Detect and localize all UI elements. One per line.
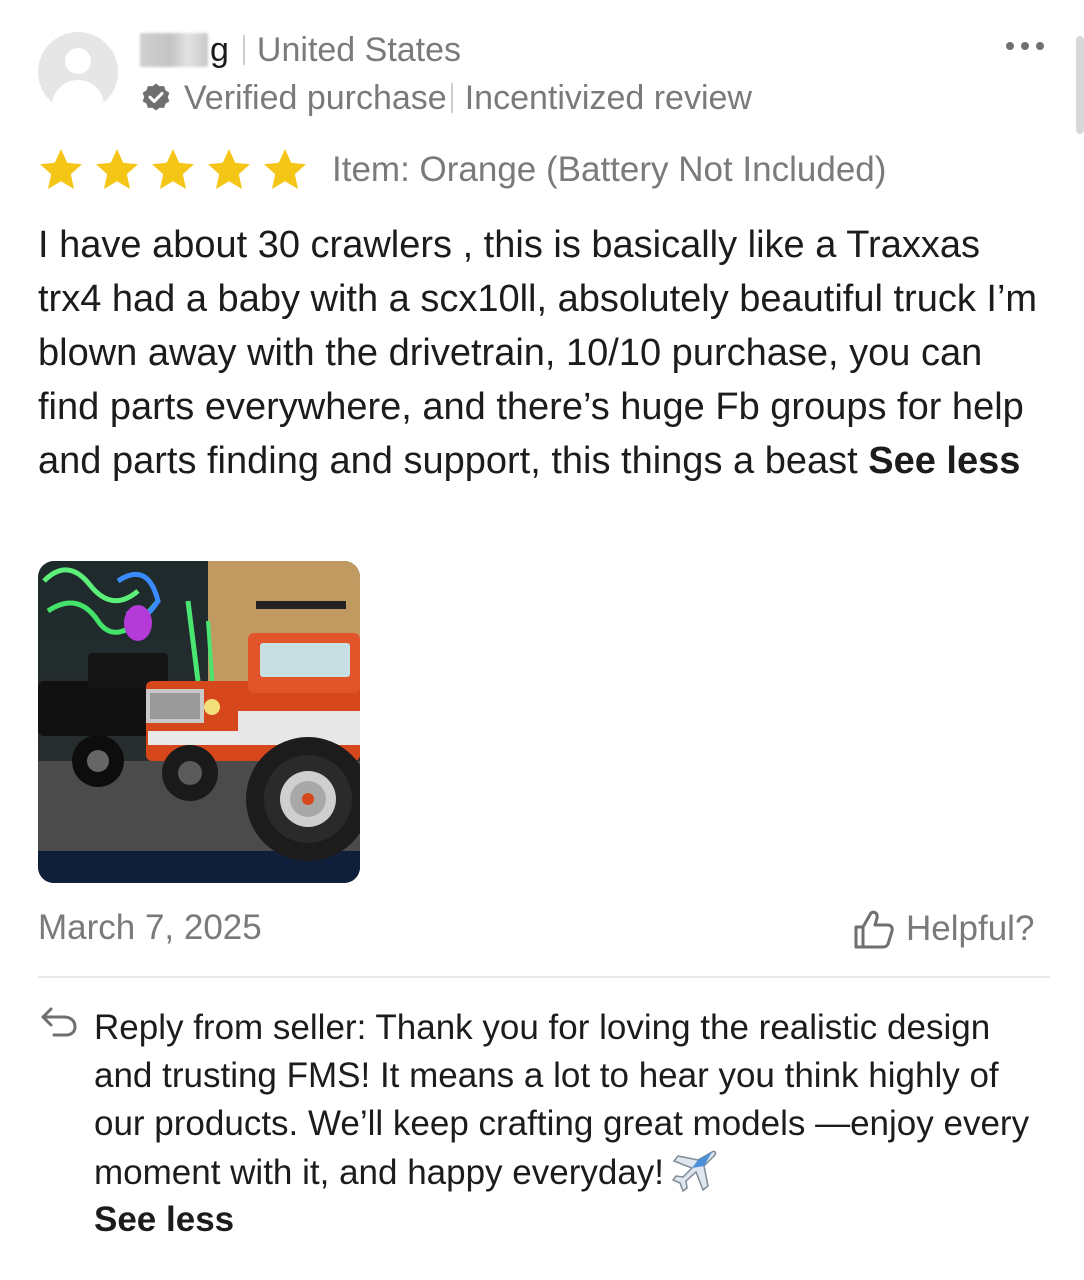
scrollbar[interactable] xyxy=(1076,36,1084,134)
star-icon xyxy=(40,149,82,189)
verified-badge-icon xyxy=(142,83,170,111)
reviewer-name: g xyxy=(210,30,229,69)
reply-arrow-icon xyxy=(41,1007,77,1037)
seller-reply: Reply from seller: Thank you for loving … xyxy=(94,1004,1054,1197)
star-icon xyxy=(152,149,194,189)
item-variant: Item: Orange (Battery Not Included) xyxy=(332,150,887,189)
more-options-icon[interactable] xyxy=(1003,36,1047,56)
airplane-icon xyxy=(672,1150,717,1192)
verified-purchase-badge: Verified purchase xyxy=(184,78,447,117)
star-icon xyxy=(208,149,250,189)
seller-reply-text: Reply from seller: Thank you for loving … xyxy=(94,1008,1030,1192)
review-badges: Verified purchase Incentivized review xyxy=(140,76,752,120)
thumbs-up-icon xyxy=(854,910,894,949)
truck-photo-image xyxy=(38,561,360,883)
see-less-link[interactable]: See less xyxy=(868,440,1020,482)
star-rating xyxy=(38,147,318,193)
reviewer-name-redacted xyxy=(140,33,208,67)
reviewer-header: g United States xyxy=(140,28,461,72)
reply-see-less-link[interactable]: See less xyxy=(94,1196,234,1244)
review-body: I have about 30 crawlers , this is basic… xyxy=(38,218,1048,488)
separator xyxy=(242,35,245,65)
avatar[interactable] xyxy=(38,32,118,112)
reviewer-country: United States xyxy=(256,30,462,69)
incentivized-review-badge: Incentivized review xyxy=(464,78,752,117)
helpful-button[interactable]: Helpful? xyxy=(852,904,1034,954)
separator xyxy=(450,83,453,113)
helpful-label: Helpful? xyxy=(906,909,1035,948)
star-icon xyxy=(264,149,306,189)
avatar-body xyxy=(52,80,104,112)
review-date: March 7, 2025 xyxy=(38,908,262,947)
divider xyxy=(38,976,1050,978)
rating-row: Item: Orange (Battery Not Included) xyxy=(38,146,886,194)
star-icon xyxy=(96,149,138,189)
avatar-head xyxy=(65,48,91,74)
review-photo[interactable] xyxy=(38,561,360,883)
